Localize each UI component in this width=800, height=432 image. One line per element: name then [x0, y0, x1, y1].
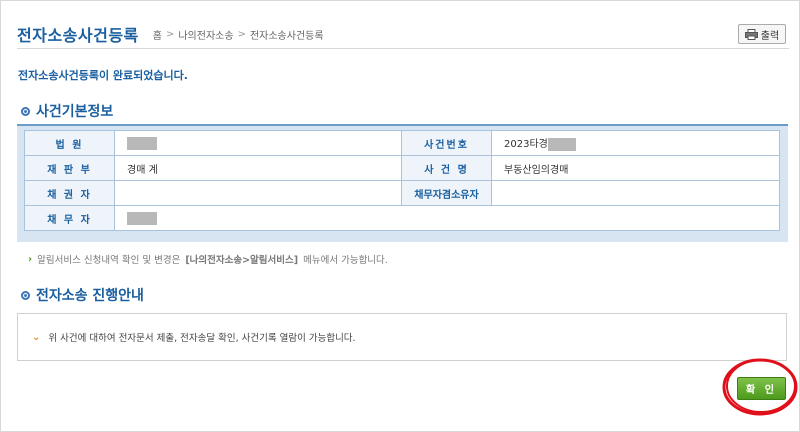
guide-text: 위 사건에 대하여 전자문서 제출, 전자송달 확인, 사건기록 열람이 가능합… — [48, 333, 356, 344]
page-header: 전자소송사건등록 홈 > 나의전자소송 > 전자소송사건등록 — [17, 22, 324, 46]
division-label: 재 판 부 — [24, 155, 115, 181]
section-bullet-icon — [21, 290, 30, 300]
section-basic-info-title: 사건기본정보 — [36, 104, 114, 120]
section-progress: 전자소송 진행안내 — [21, 285, 144, 305]
court-value — [114, 130, 402, 156]
page-title: 전자소송사건등록 — [17, 26, 139, 45]
section-basic-info: 사건기본정보 — [21, 101, 113, 121]
redacted-block — [127, 136, 157, 150]
guide-item: ⌄ 위 사건에 대하여 전자문서 제출, 전자송달 확인, 사건기록 열람이 가… — [32, 330, 356, 345]
completion-message: 전자소송사건등록이 완료되었습니다. — [18, 69, 188, 82]
debtor-label: 채 무 자 — [24, 205, 115, 231]
table-row: 채 무 자 — [24, 205, 780, 231]
table-row: 재 판 부 경매 계 사 건 명 부동산임의경매 — [24, 155, 780, 181]
debtor-value — [114, 205, 780, 231]
breadcrumb: 홈 > 나의전자소송 > 전자소송사건등록 — [153, 27, 324, 42]
printer-icon — [744, 28, 758, 40]
progress-guide-box: ⌄ 위 사건에 대하여 전자문서 제출, 전자송달 확인, 사건기록 열람이 가… — [17, 313, 787, 361]
title-divider — [17, 48, 789, 49]
notice-suffix: 메뉴에서 가능합니다. — [303, 255, 388, 266]
redacted-block — [127, 211, 157, 225]
case-info-table: 법 원 사건번호 2023타경 재 판 부 경매 계 사 건 명 부동산임의경매… — [24, 130, 780, 231]
case-number-label: 사건번호 — [401, 130, 492, 156]
table-row: 법 원 사건번호 2023타경 — [24, 130, 780, 156]
print-button[interactable]: 출력 — [738, 24, 786, 44]
breadcrumb-separator-icon: > — [237, 28, 246, 40]
case-name-value: 부동산임의경매 — [491, 155, 780, 181]
print-label: 출력 — [760, 30, 780, 42]
owner-value — [491, 180, 780, 206]
section-bullet-icon — [21, 106, 30, 116]
breadcrumb-home[interactable]: 홈 — [153, 27, 162, 42]
case-name-label: 사 건 명 — [401, 155, 492, 181]
notice-menu-path: [나의전자소송>알림서비스] — [185, 255, 299, 266]
owner-label: 채무자겸소유자 — [401, 180, 492, 206]
case-info-panel: 법 원 사건번호 2023타경 재 판 부 경매 계 사 건 명 부동산임의경매… — [17, 124, 788, 242]
breadcrumb-my-ecourt[interactable]: 나의전자소송 — [178, 27, 233, 42]
table-row: 채 권 자 채무자겸소유자 — [24, 180, 780, 206]
confirm-button[interactable]: 확 인 — [737, 377, 786, 400]
green-arrow-icon: › — [28, 253, 33, 265]
creditor-label: 채 권 자 — [24, 180, 115, 206]
notice-prefix: 알림서비스 신청내역 확인 및 변경은 — [37, 255, 181, 266]
redacted-block — [547, 137, 576, 151]
orange-chevron-icon: ⌄ — [32, 331, 41, 343]
section-progress-title: 전자소송 진행안내 — [36, 288, 144, 304]
case-number-value: 2023타경 — [491, 130, 780, 156]
division-value: 경매 계 — [114, 155, 402, 181]
alert-service-notice: › 알림서비스 신청내역 확인 및 변경은 [나의전자소송>알림서비스] 메뉴에… — [28, 252, 388, 267]
breadcrumb-current: 전자소송사건등록 — [249, 30, 324, 42]
court-label: 법 원 — [24, 130, 115, 156]
breadcrumb-separator-icon: > — [165, 28, 175, 40]
case-number-text: 2023타경 — [504, 139, 548, 151]
creditor-value — [114, 180, 402, 206]
